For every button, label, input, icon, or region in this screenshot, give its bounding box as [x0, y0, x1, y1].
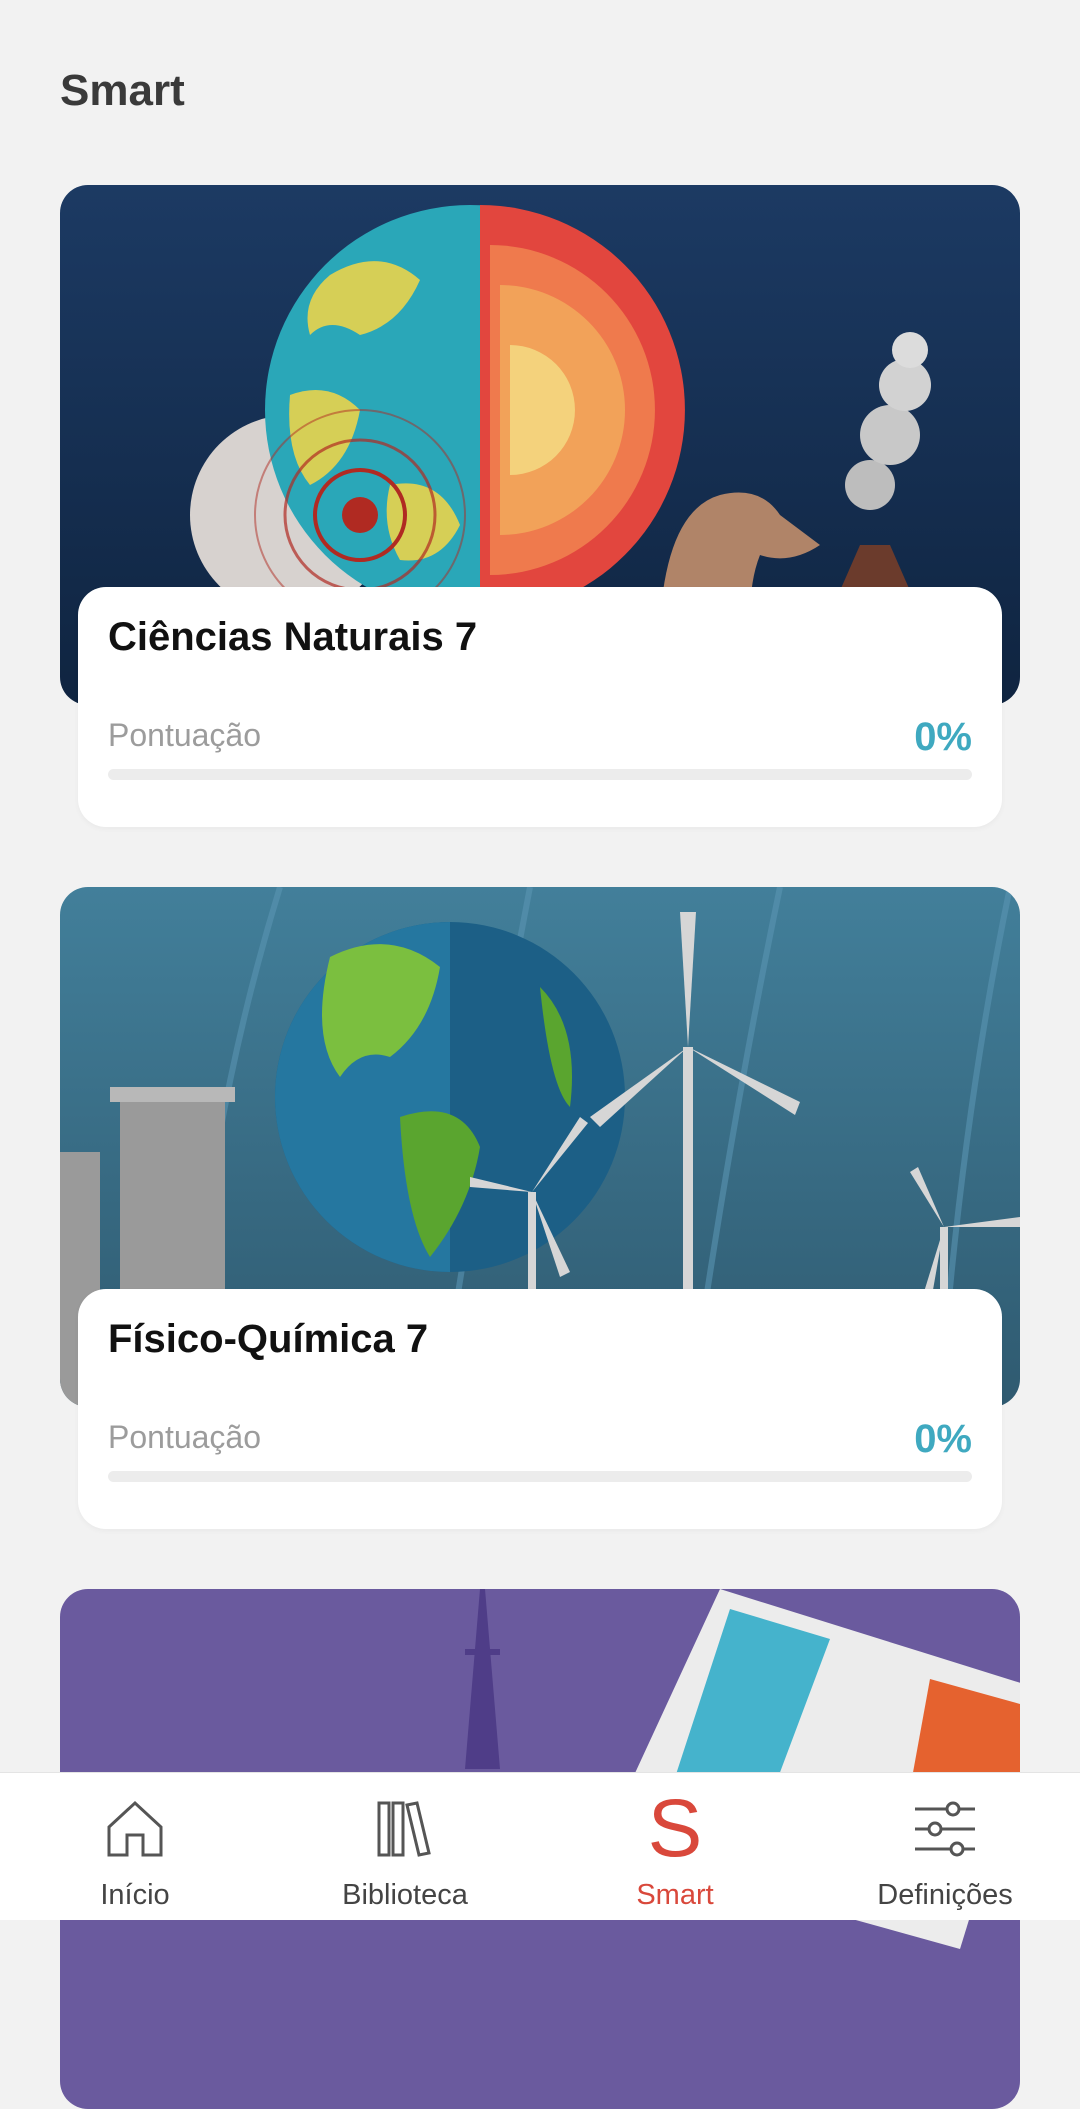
page-title: Smart: [60, 66, 185, 115]
score-value: 0%: [914, 715, 972, 759]
nav-label: Biblioteca: [342, 1879, 468, 1911]
course-title: Ciências Naturais 7: [108, 615, 478, 659]
nav-item-definicoes[interactable]: Definições: [810, 1773, 1080, 1920]
bottom-navigation: Início Biblioteca S Smart Definições: [0, 1772, 1080, 1920]
course-info-panel: Ciências Naturais 7 Pontuação 0%: [78, 587, 1002, 827]
course-title: Físico-Química 7: [108, 1317, 429, 1361]
nav-label: Definições: [877, 1879, 1013, 1911]
score-progress-bar: [108, 769, 972, 780]
nav-label: Smart: [636, 1879, 714, 1911]
score-label: Pontuação: [108, 717, 262, 753]
library-icon: [369, 1793, 441, 1865]
course-info-panel: Físico-Química 7 Pontuação 0%: [78, 1289, 1002, 1529]
home-icon: [99, 1793, 171, 1865]
nav-item-inicio[interactable]: Início: [0, 1773, 270, 1920]
score-label: Pontuação: [108, 1419, 262, 1455]
nav-item-biblioteca[interactable]: Biblioteca: [270, 1773, 540, 1920]
nav-item-smart[interactable]: S Smart: [540, 1773, 810, 1920]
score-value: 0%: [914, 1417, 972, 1461]
smart-s-icon: S: [647, 1783, 703, 1874]
score-progress-bar: [108, 1471, 972, 1482]
settings-sliders-icon: [909, 1793, 981, 1865]
nav-label: Início: [100, 1879, 170, 1911]
